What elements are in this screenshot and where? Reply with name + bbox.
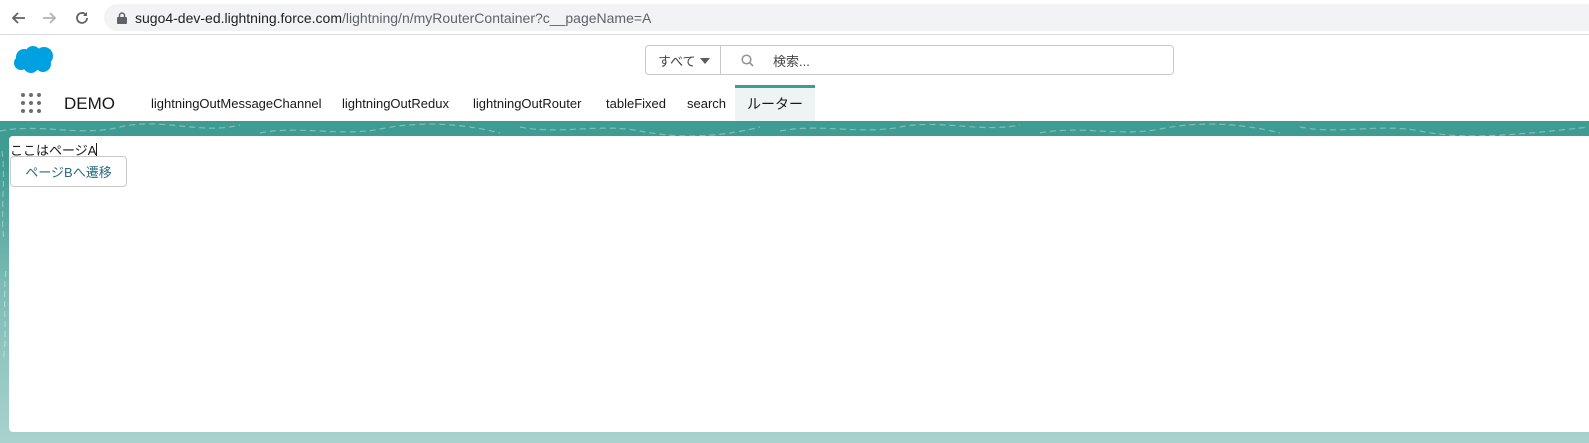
address-bar[interactable]: sugo4-dev-ed.lightning.force.com/lightni… (104, 4, 1589, 31)
main-content-card: ここはページA ページBへ遷移 (9, 136, 1589, 432)
app-nav-bar: DEMO lightningOutMessageChannel lightnin… (0, 85, 1589, 121)
tab-lightningoutredux[interactable]: lightningOutRedux (342, 85, 449, 121)
search-scope-dropdown[interactable]: すべて (645, 45, 721, 75)
app-name: DEMO (64, 94, 115, 113)
forward-icon[interactable] (38, 6, 62, 30)
lock-icon (117, 11, 127, 24)
tab-lightningoutrouter[interactable]: lightningOutRouter (473, 85, 581, 121)
tab-lightningoutmessagechannel[interactable]: lightningOutMessageChannel (151, 85, 322, 121)
back-icon[interactable] (6, 6, 30, 30)
search-input[interactable] (771, 50, 1165, 72)
tab-tablefixed[interactable]: tableFixed (606, 85, 666, 121)
url-text: sugo4-dev-ed.lightning.force.com/lightni… (135, 9, 652, 26)
reload-icon[interactable] (70, 6, 94, 30)
search-scope-label: すべて (658, 53, 696, 69)
tab-search[interactable]: search (687, 85, 726, 121)
browser-toolbar: sugo4-dev-ed.lightning.force.com/lightni… (0, 0, 1589, 35)
tab-router[interactable]: ルーター (735, 85, 815, 121)
text-cursor (96, 143, 98, 157)
global-search[interactable] (720, 45, 1174, 75)
chevron-down-icon (700, 58, 710, 64)
app-launcher-icon[interactable] (21, 93, 41, 113)
navigate-page-b-button[interactable]: ページBへ遷移 (10, 156, 127, 187)
global-header: すべて (0, 35, 1589, 85)
salesforce-logo[interactable] (13, 45, 55, 77)
search-icon (741, 54, 754, 67)
